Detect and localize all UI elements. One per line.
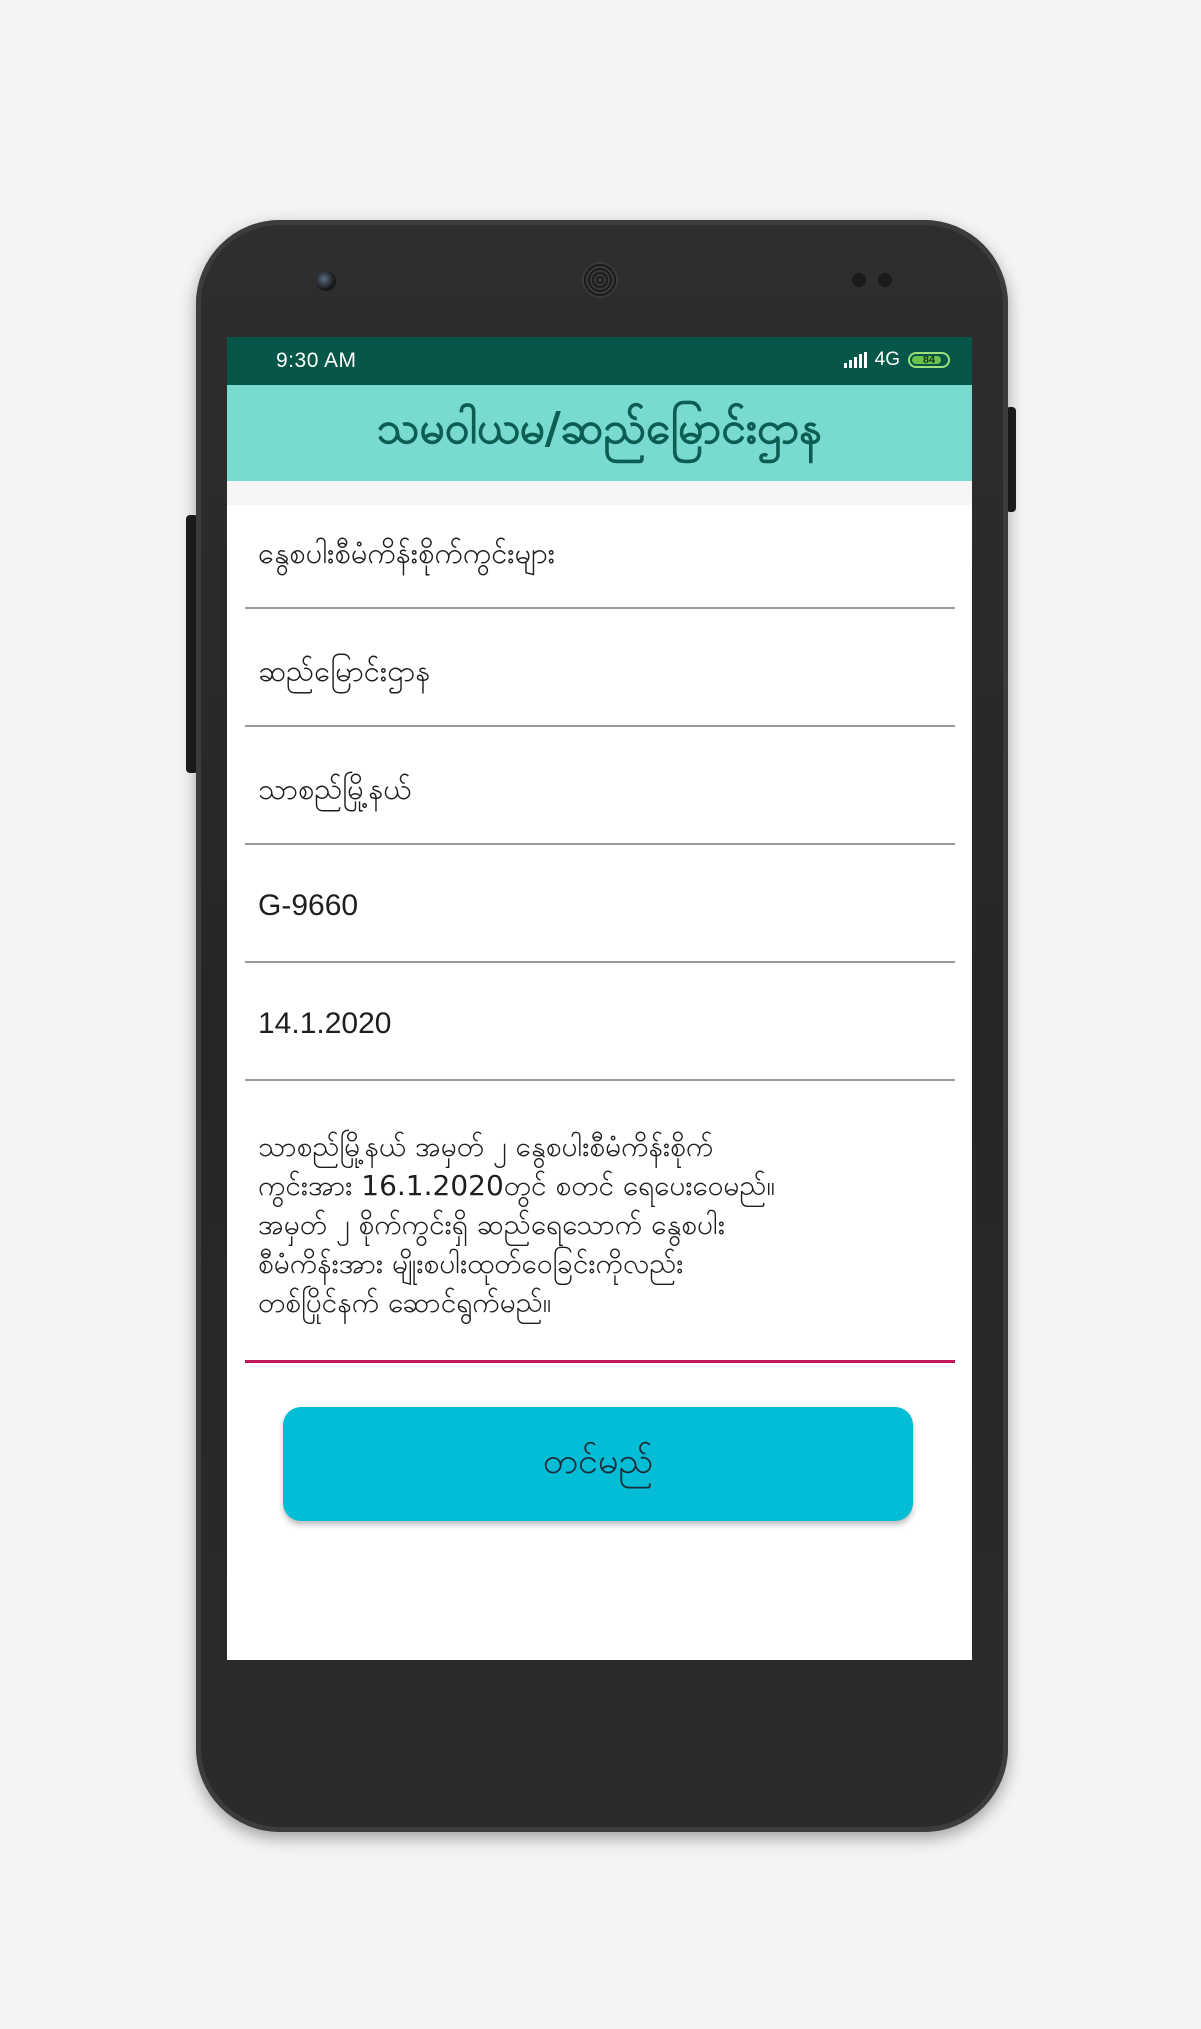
department-value: ဆည်မြောင်းဌာန [258, 654, 431, 688]
earpiece-speaker [582, 262, 618, 298]
description-field[interactable]: သာစည်မြို့နယ် အမှတ် ၂ နွေစပါးစီမံကိန်းစိ… [245, 1081, 955, 1363]
battery-percent: 84 [922, 354, 936, 366]
date-value: 14.1.2020 [258, 1007, 392, 1040]
submit-button[interactable]: တင်မည် [283, 1407, 913, 1521]
stage: 9:30 AM 4G 84 သမဝါယမ/ဆည်မြောင်းဌာန နွေစပ… [0, 0, 1201, 2029]
date-field[interactable]: 14.1.2020 [245, 963, 955, 1081]
page-title: သမဝါယမ/ဆည်မြောင်းဌာန [376, 403, 823, 454]
submit-button-label: တင်မည် [542, 1441, 654, 1482]
description-value: သာစည်မြို့နယ် အမှတ် ၂ နွေစပါးစီမံကိန်းစိ… [258, 1130, 775, 1319]
status-icons: 4G 84 [843, 349, 950, 371]
app-bar: သမဝါယမ/ဆည်မြောင်းဌာန [227, 385, 972, 481]
signal-icon [843, 352, 867, 368]
battery-icon: 84 [908, 352, 950, 368]
light-sensor [878, 273, 892, 287]
code-value: G-9660 [258, 889, 359, 922]
proximity-sensor [852, 273, 866, 287]
status-time: 9:30 AM [276, 349, 357, 372]
front-camera-icon [316, 271, 336, 291]
project-field[interactable]: နွေစပါးစီမံကိန်းစိုက်ကွင်းများ [245, 505, 955, 609]
phone-screen: 9:30 AM 4G 84 သမဝါယမ/ဆည်မြောင်းဌာန နွေစပ… [227, 337, 972, 1660]
project-value: နွေစပါးစီမံကိန်းစိုက်ကွင်းများ [258, 536, 556, 570]
status-bar: 9:30 AM 4G 84 [227, 337, 972, 385]
form-container: နွေစပါးစီမံကိန်းစိုက်ကွင်းများ ဆည်မြောင်… [227, 505, 972, 1660]
code-field[interactable]: G-9660 [245, 845, 955, 963]
department-field[interactable]: ဆည်မြောင်းဌာန [245, 609, 955, 727]
township-value: သာစည်မြို့နယ် [258, 772, 412, 806]
township-field[interactable]: သာစည်မြို့နယ် [245, 727, 955, 845]
network-type: 4G [874, 349, 900, 370]
